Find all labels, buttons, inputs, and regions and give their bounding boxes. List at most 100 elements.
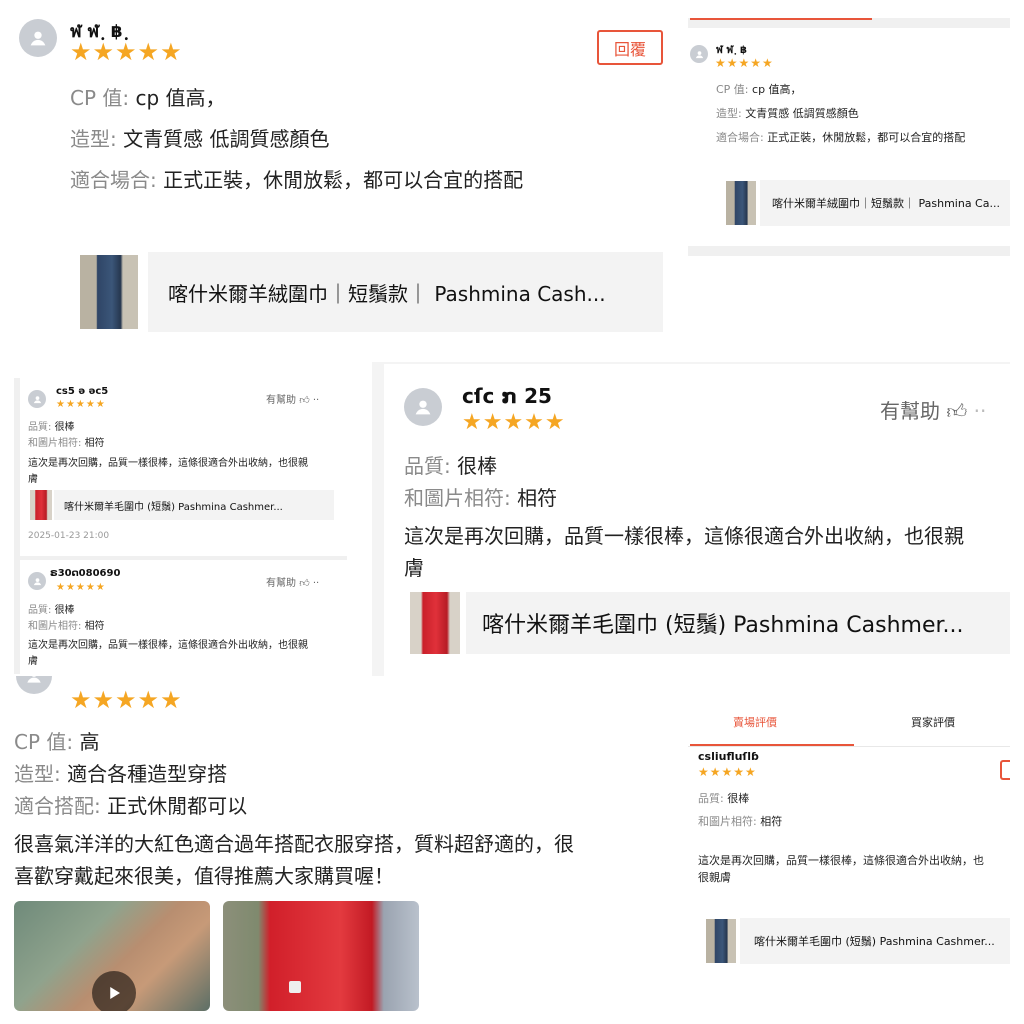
helpful-label: 有幫助 (266, 578, 296, 589)
rating-stars: ★★★★★ (56, 582, 106, 593)
review-panel-1: ฬ ฬ ฺ ฿ ฺ ★★★★★ 回覆 CP 值: cp 值高， 造型: 文青質感… (0, 0, 672, 345)
review-panel-2: ฬ ฬ ฺ ฿ ★★★★★ CP 值: cp 值高， 造型: 文青質感 低調質感… (688, 18, 1010, 256)
line-key: CP 值: (14, 730, 74, 754)
product-title: 喀什米爾羊絨圍巾｜短鬚款｜ Pashmina Ca... (772, 197, 1000, 210)
review-line-style: 造型: 文青質感 低調質感顏色 (70, 123, 329, 152)
line-key: 和圖片相符: (28, 621, 82, 632)
line-value: 相符 (517, 486, 558, 510)
line-value: 文青質感 低調質感顏色 (745, 107, 859, 120)
product-thumbnail (404, 592, 466, 654)
line-key: 造型: (70, 127, 117, 151)
review-line-quality: 品質: 很棒 (404, 450, 497, 479)
product-thumbnail (28, 490, 54, 520)
reply-checkbox[interactable] (1000, 760, 1010, 780)
rating-stars: ★★★★★ (698, 765, 757, 779)
user-avatar-icon[interactable] (690, 45, 708, 63)
product-link[interactable]: 喀什米爾羊絨圍巾｜短鬚款｜ Pashmina Cash... (70, 252, 663, 332)
more-dots-icon[interactable]: ·· (974, 399, 987, 423)
review-video[interactable] (14, 901, 210, 1011)
tab-label: 賣場評價 (733, 716, 777, 729)
user-avatar-icon[interactable] (16, 676, 52, 694)
line-value: 高 (79, 730, 100, 754)
line-key: 和圖片相符: (698, 815, 757, 828)
review-line-match: 和圖片相符: 相符 (28, 434, 105, 449)
rating-stars: ★★★★★ (462, 410, 566, 435)
play-icon[interactable] (92, 971, 136, 1011)
review-body: 這次是再次回購，品質一樣很棒，這條很適合外出收納，也很親 (28, 640, 308, 651)
line-value: 文青質感 低調質感顏色 (123, 127, 330, 151)
user-avatar-icon[interactable] (19, 19, 57, 57)
review-panel-5: ★★★★★ CP 值: 高 造型: 適合各種造型穿搭 適合搭配: 正式休閒都可以… (0, 676, 662, 1016)
line-value: 正式休閒都可以 (107, 794, 248, 818)
review-line-style: 造型: 適合各種造型穿搭 (14, 758, 227, 787)
tab-label: 買家評價 (911, 716, 955, 729)
review-line-quality: 品質: 很棒 (28, 601, 75, 616)
line-key: 品質: (698, 792, 724, 805)
review-panel-3: cs5 ǝ ǝc5 ★★★★★ 有幫助 👍︎ ·· 品質: 很棒 和圖片相符: … (14, 378, 347, 674)
line-value: 正式正裝，休閒放鬆，都可以合宜的搭配 (163, 168, 524, 192)
thumb-up-icon: 👍︎ (946, 399, 968, 423)
product-thumbnail (722, 180, 760, 226)
helpful-button[interactable]: 有幫助 👍︎ ·· (266, 391, 319, 406)
tab-seller-review[interactable]: 賣場評價 (688, 714, 822, 736)
rating-stars: ★★★★★ (715, 56, 774, 70)
line-value: 很棒 (54, 422, 75, 433)
line-value: 很棒 (54, 605, 75, 616)
line-key: 適合場合: (70, 168, 157, 192)
username: cſc ກ 25 (462, 384, 552, 408)
helpful-label: 有幫助 (266, 395, 296, 406)
review-body: 很喜氣洋洋的大紅色適合過年搭配衣服穿搭，質料超舒適的，很 (14, 832, 574, 856)
review-body-cont: 膚 (28, 474, 38, 485)
line-key: CP 值: (70, 86, 130, 110)
line-value: 很棒 (727, 792, 750, 805)
line-key: 造型: (14, 762, 61, 786)
thumb-up-icon: 👍︎ (299, 578, 310, 589)
line-key: 品質: (28, 422, 52, 433)
more-dots-icon[interactable]: ·· (313, 395, 319, 406)
line-key: 品質: (28, 605, 52, 616)
user-avatar-icon[interactable] (404, 388, 442, 426)
username: csliufluſlɓ (698, 750, 759, 763)
product-title: 喀什米爾羊毛圍巾 (短鬚) Pashmina Cashmer... (64, 501, 283, 513)
review-line-occasion: 適合場合: 正式正裝，休閒放鬆，都可以合宜的搭配 (70, 164, 523, 193)
thumb-up-icon: 👍︎ (299, 395, 310, 406)
reply-button-label: 回覆 (613, 39, 646, 59)
review-body: 這次是再次回購，品質一樣很棒，這條很適合外出收納，也很親 (28, 458, 308, 469)
line-key: 和圖片相符: (28, 438, 82, 449)
review-line-match: 和圖片相符: 相符 (404, 482, 557, 511)
rating-stars: ★★★★★ (56, 399, 106, 410)
tab-buyer-review[interactable]: 買家評價 (858, 714, 1008, 736)
helpful-button[interactable]: 有幫助 👍︎ ·· (880, 395, 986, 424)
line-key: CP 值: (716, 83, 749, 96)
line-key: 和圖片相符: (404, 486, 511, 510)
rating-stars: ★★★★★ (70, 686, 183, 714)
helpful-label: 有幫助 (880, 399, 940, 423)
review-body-cont: 膚 (28, 656, 38, 667)
product-title: 喀什米爾羊絨圍巾｜短鬚款｜ Pashmina Cash... (168, 281, 606, 306)
username: cs5 ǝ ǝc5 (56, 386, 109, 397)
review-panel-6: 賣場評價 買家評價 csliufluſlɓ ★★★★★ 品質: 很棒 和圖片相符… (688, 700, 1010, 1010)
line-key: 適合搭配: (14, 794, 101, 818)
product-link[interactable]: 喀什米爾羊毛圍巾 (短鬚) Pashmina Cashmer... (28, 490, 334, 520)
review-body: 這次是再次回購，品質一樣很棒，這條很適合外出收納，也 (698, 854, 984, 867)
review-body-cont: 喜歡穿戴起來很美，值得推薦大家購買喔！ (14, 864, 394, 888)
product-thumbnail (702, 918, 740, 964)
line-value: 相符 (84, 438, 105, 449)
more-dots-icon[interactable]: ·· (313, 578, 319, 589)
product-title: 喀什米爾羊毛圍巾 (短鬚) Pashmina Cashmer... (754, 935, 995, 948)
product-link[interactable]: 喀什米爾羊絨圍巾｜短鬚款｜ Pashmina Ca... (722, 180, 1010, 226)
review-photo[interactable] (223, 901, 419, 1011)
review-line-occasion: 適合場合: 正式正裝，休閒放鬆，都可以合宜的搭配 (716, 129, 965, 145)
product-link[interactable]: 喀什米爾羊毛圍巾 (短鬚) Pashmina Cashmer... (702, 918, 1010, 964)
product-link[interactable]: 喀什米爾羊毛圍巾 (短鬚) Pashmina Cashmer... (404, 592, 1010, 654)
user-avatar-icon[interactable] (28, 390, 46, 408)
rating-stars: ★★★★★ (70, 38, 183, 66)
line-value: cp 值高， (752, 83, 802, 96)
user-avatar-icon[interactable] (28, 572, 46, 590)
reply-button[interactable]: 回覆 (597, 30, 663, 65)
review-line-quality: 品質: 很棒 (28, 418, 75, 433)
line-value: 相符 (760, 815, 783, 828)
helpful-button[interactable]: 有幫助 👍︎ ·· (266, 574, 319, 589)
username: ຣ30ດ080690 (50, 568, 121, 579)
tab-underline (690, 18, 872, 20)
